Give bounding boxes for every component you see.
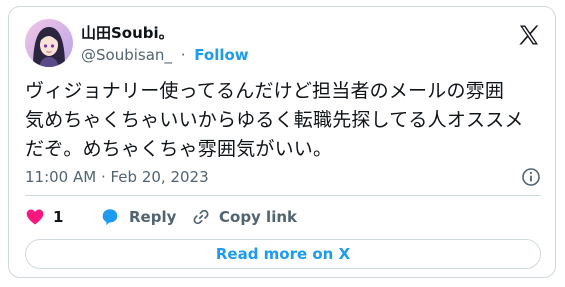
heart-icon: [26, 209, 44, 225]
like-count: 1: [53, 208, 64, 226]
embedded-tweet-card: 山田Soubi。 @Soubisan_ · Follow ヴィジョナリー使ってる…: [8, 6, 556, 278]
info-icon[interactable]: [521, 167, 541, 187]
tweet-text: ヴィジョナリー使ってるんだけど担当者のメールの雰囲 気めちゃくちゃいいからゆるく…: [25, 80, 524, 160]
tweet-meta: 11:00 AM · Feb 20, 2023: [25, 167, 541, 187]
like-button[interactable]: 1: [25, 205, 63, 229]
reply-button[interactable]: Reply: [99, 205, 176, 229]
divider: [25, 195, 541, 196]
reply-bubble-icon: [102, 209, 118, 226]
read-more-button[interactable]: Read more on X: [25, 239, 541, 269]
link-icon: [193, 209, 209, 225]
avatar-illustration-icon: [25, 19, 73, 67]
avatar[interactable]: [25, 19, 73, 67]
follow-link[interactable]: Follow: [194, 46, 248, 64]
separator-dot: ·: [180, 46, 186, 64]
copy-link-label: Copy link: [219, 208, 297, 226]
author-display-name[interactable]: 山田Soubi。: [81, 23, 174, 43]
x-logo-icon[interactable]: [517, 23, 541, 47]
reply-label: Reply: [129, 208, 177, 226]
timestamp-link[interactable]: 11:00 AM · Feb 20, 2023: [25, 168, 209, 186]
copy-link-button[interactable]: Copy link: [191, 205, 297, 229]
author-handle-row: @Soubisan_ · Follow: [81, 45, 249, 65]
author-handle[interactable]: @Soubisan_: [81, 46, 172, 64]
